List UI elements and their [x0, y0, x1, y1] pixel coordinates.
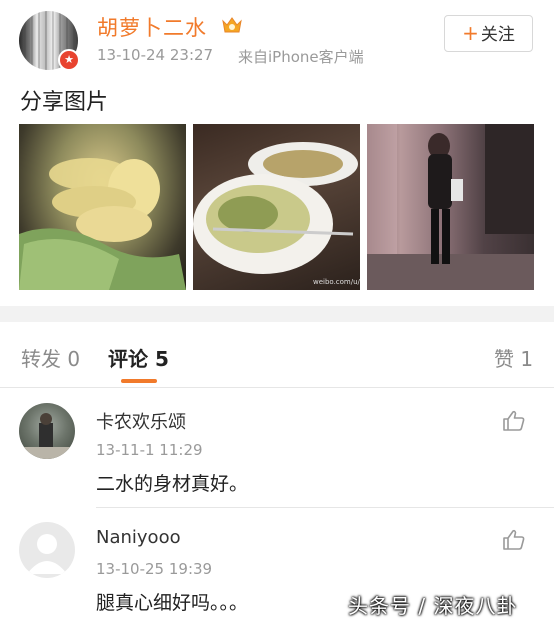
commenter-name[interactable]: 卡农欢乐颂 — [96, 408, 186, 434]
photo-food-potatoes[interactable] — [19, 124, 186, 290]
verified-badge-icon: ★ — [58, 49, 80, 71]
photo-caption: weibo.com/u/947 — [313, 278, 360, 286]
comment-text: 二水的身材真好。 — [96, 473, 249, 495]
thumbs-up-icon[interactable] — [502, 528, 526, 552]
post-time: 13-10-24 23:27 — [97, 46, 214, 64]
plus-icon: + — [462, 21, 479, 45]
photo-1-art — [19, 158, 186, 290]
avatar-photo-art — [19, 413, 75, 459]
commenter-avatar-default[interactable] — [19, 522, 75, 578]
comment-tabs: 转发 0 评论 5 赞 1 — [0, 322, 554, 388]
follow-button[interactable]: + 关注 — [444, 15, 533, 52]
photo-3-art — [367, 124, 534, 290]
commenter-name[interactable]: Naniyooo — [96, 527, 181, 548]
post-source: 来自iPhone客户端 — [238, 48, 364, 66]
watermark: 头条号 / 深夜八卦 — [348, 594, 518, 618]
photo-2-art: weibo.com/u/947 — [193, 142, 360, 286]
section-divider — [0, 306, 554, 322]
photo-mirror-selfie[interactable] — [367, 124, 534, 290]
default-avatar-icon — [27, 534, 67, 574]
user-name[interactable]: 胡萝卜二水 — [97, 12, 207, 42]
commenter-avatar[interactable] — [19, 403, 75, 459]
post-text: 分享图片 — [20, 90, 109, 115]
tab-comments[interactable]: 评论 5 — [108, 343, 169, 372]
active-tab-indicator — [121, 379, 157, 383]
comment-time: 13-11-1 11:29 — [96, 441, 203, 459]
comment-item: 卡农欢乐颂 13-11-1 11:29 二水的身材真好。 — [0, 389, 554, 507]
photo-food-salad[interactable]: weibo.com/u/947 — [193, 124, 360, 290]
comment-time: 13-10-25 19:39 — [96, 560, 213, 578]
vip-crown-icon — [222, 17, 242, 33]
thumbs-up-icon[interactable] — [502, 409, 526, 433]
tab-likes[interactable]: 赞 1 — [494, 343, 533, 372]
post-header: ★ 胡萝卜二水 13-10-24 23:27 来自iPhone客户端 + 关注 — [0, 0, 554, 80]
tab-repost[interactable]: 转发 0 — [21, 343, 80, 372]
comment-text: 腿真心细好吗。。。 — [96, 592, 249, 614]
follow-label: 关注 — [480, 25, 515, 45]
